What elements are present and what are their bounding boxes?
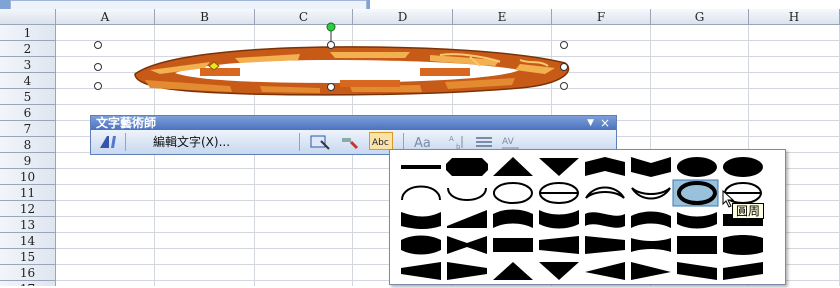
shape-option-10[interactable]	[492, 182, 533, 204]
shape-option-27[interactable]	[539, 236, 579, 254]
wordart-ring	[134, 46, 570, 96]
wordart-shape-button[interactable]: Abc	[369, 132, 393, 150]
shape-option-36[interactable]	[585, 262, 625, 280]
edit-text-button[interactable]: 編輯文字(X)...	[153, 133, 230, 151]
shape-option-24[interactable]	[401, 235, 441, 255]
shape-option-17[interactable]	[447, 210, 487, 228]
shape-option-30[interactable]	[677, 236, 717, 254]
shape-option-5[interactable]	[631, 157, 671, 177]
shape-option-22[interactable]	[677, 212, 717, 229]
shape-option-12[interactable]	[585, 186, 625, 199]
shape-option-8[interactable]	[401, 185, 441, 201]
shape-option-4[interactable]	[585, 157, 625, 176]
toolbar-options-icon[interactable]: ▼	[587, 116, 594, 130]
toolbar-title[interactable]: 文字藝術師	[91, 116, 616, 130]
toolbar-separator	[299, 133, 300, 151]
format-wordart-button[interactable]	[339, 133, 361, 151]
shape-option-1[interactable]	[446, 158, 488, 176]
shape-option-7[interactable]	[722, 157, 763, 177]
format-brush-icon	[342, 138, 359, 150]
svg-text:A: A	[449, 135, 454, 143]
shape-option-9[interactable]	[447, 187, 487, 201]
svg-text:Abc: Abc	[372, 138, 389, 148]
shape-tooltip: 圓周	[732, 203, 765, 219]
toolbar-close-button[interactable]: ×	[600, 116, 610, 130]
shape-option-34[interactable]	[493, 262, 533, 280]
shape-option-13[interactable]	[631, 187, 671, 200]
shape-option-14[interactable]	[672, 179, 719, 207]
shape-option-21[interactable]	[631, 211, 671, 229]
shape-option-0[interactable]	[401, 165, 441, 169]
shape-option-18[interactable]	[493, 209, 533, 229]
mouse-cursor-icon	[722, 190, 735, 208]
gallery-icon	[310, 135, 330, 150]
shape-option-39[interactable]	[723, 262, 763, 280]
shape-option-20[interactable]	[585, 212, 625, 228]
wordart-shape-panel	[389, 149, 786, 285]
svg-text:AV: AV	[502, 137, 515, 147]
abc-shape-icon: Abc	[372, 138, 389, 148]
shape-option-32[interactable]	[401, 262, 441, 280]
shape-option-35[interactable]	[539, 262, 579, 280]
shape-option-31[interactable]	[723, 235, 763, 255]
shape-option-38[interactable]	[677, 262, 717, 280]
shape-grid	[401, 157, 763, 280]
shape-option-28[interactable]	[585, 236, 625, 254]
shape-option-19[interactable]	[539, 210, 579, 229]
insert-wordart-button[interactable]	[97, 133, 119, 151]
shape-option-29[interactable]	[631, 238, 671, 252]
rotation-handle	[326, 22, 336, 32]
shape-option-2[interactable]	[493, 157, 533, 176]
wordart-gallery-button[interactable]	[309, 133, 331, 151]
shape-option-33[interactable]	[447, 262, 487, 280]
shape-option-37[interactable]	[631, 262, 671, 280]
shape-option-16[interactable]	[401, 212, 441, 229]
shape-option-25[interactable]	[447, 236, 487, 254]
insert-wordart-icon	[100, 136, 116, 148]
toolbar-separator	[125, 133, 126, 151]
shape-option-3[interactable]	[539, 158, 579, 176]
shape-option-11[interactable]	[538, 182, 579, 204]
shape-option-6[interactable]	[676, 157, 717, 177]
shape-option-26[interactable]	[493, 238, 533, 252]
